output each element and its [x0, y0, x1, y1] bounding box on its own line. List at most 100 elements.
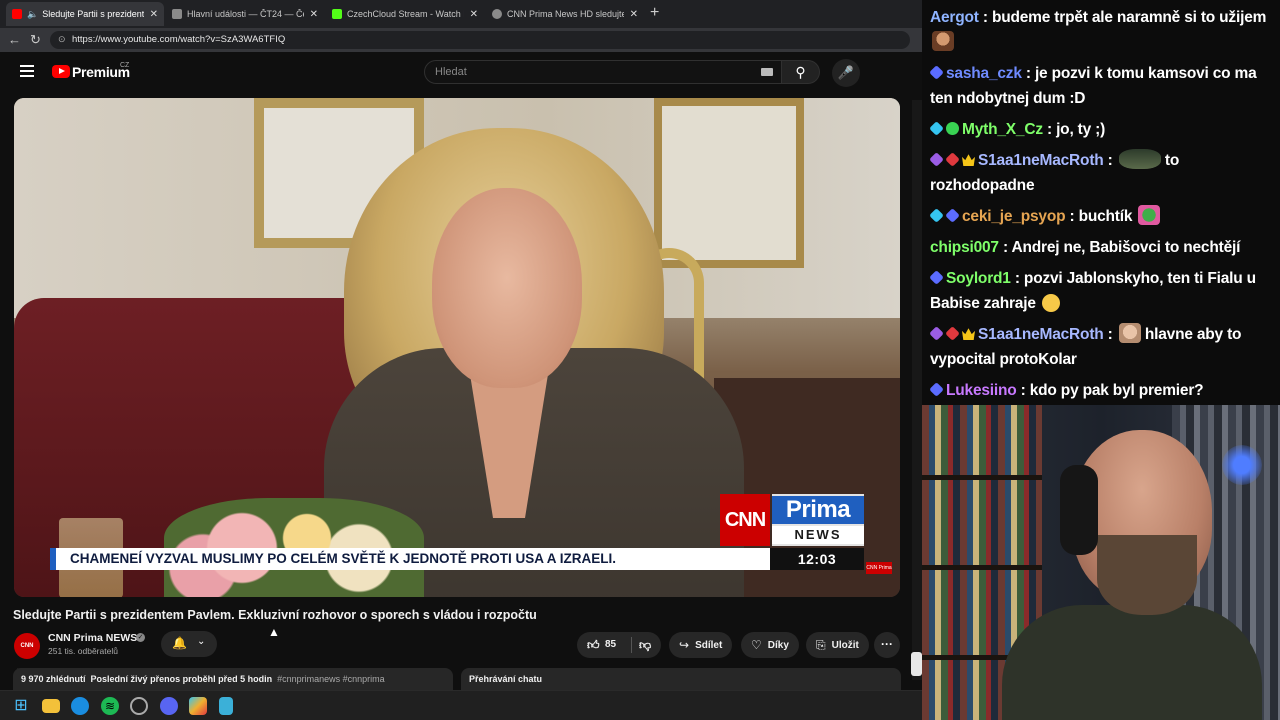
chat-separator: :	[1103, 326, 1117, 343]
chat-replay-header[interactable]: Přehrávání chatu	[461, 668, 901, 690]
tab-ct24[interactable]: Hlavní události — ČT24 — Česká ✕	[166, 2, 324, 26]
chat-username[interactable]: Lukesiino	[946, 382, 1017, 399]
cyan-badge-icon[interactable]	[929, 121, 944, 136]
bookmark-icon: ⎘	[816, 637, 826, 652]
scene-window	[654, 98, 804, 268]
chat-replay-label: Přehrávání chatu	[469, 674, 543, 684]
emote-icon	[1138, 205, 1161, 225]
corner-watermark: CNN Prima	[866, 562, 892, 574]
close-tab-icon[interactable]: ✕	[630, 9, 638, 20]
blue-badge-icon[interactable]	[929, 65, 944, 80]
chat-text: budeme trpět ale naramně si to užijem	[991, 9, 1267, 26]
emote-icon	[1118, 149, 1161, 169]
chat-separator: :	[978, 9, 992, 26]
chat-username[interactable]: Myth_X_Cz	[962, 121, 1043, 138]
video-player[interactable]: CNN Prima NEWS CHAMENEÍ VYZVAL MUSLIMY P…	[14, 98, 900, 597]
red-badge-icon[interactable]	[945, 326, 960, 341]
channel-avatar[interactable]: CNN PRIMA	[14, 633, 40, 675]
thumbs-down-icon[interactable]: 👎︎	[639, 638, 651, 653]
back-arrow-icon[interactable]: ←	[8, 32, 21, 47]
youtube-logo-icon[interactable]	[52, 65, 70, 78]
edge-browser-icon[interactable]	[71, 697, 89, 715]
chat-message: S1aa1neMacRoth : to rozhodopadne	[929, 148, 1272, 198]
search-button[interactable]: ⚲	[782, 60, 820, 84]
channel-name[interactable]: CNN Prima NEWS	[48, 632, 137, 644]
description-box[interactable]: 9 970 zhlédnutí Poslední živý přenos pro…	[13, 668, 453, 690]
crown-badge-icon[interactable]	[962, 328, 975, 340]
copilot-icon[interactable]	[189, 697, 207, 715]
like-count[interactable]: 85	[605, 639, 616, 650]
new-tab-button[interactable]: +	[650, 4, 659, 22]
voice-search-button[interactable]: 🎤	[832, 59, 860, 87]
search-icon: ⚲	[795, 64, 806, 80]
chat-message: Lukesiino : kdo py pak byl premier?	[929, 378, 1272, 403]
speaker-icon[interactable]: 🔈	[27, 9, 38, 20]
settings-gear-icon[interactable]	[130, 697, 148, 715]
tab-title: Hlavní události — ČT24 — Česká	[187, 9, 304, 19]
scrollbar-thumb[interactable]	[911, 652, 922, 676]
save-button[interactable]: ⎘ Uložit	[806, 632, 869, 658]
green-badge-icon[interactable]	[946, 122, 959, 135]
chevron-down-icon: ⌄	[197, 636, 206, 647]
verified-icon: ✓	[136, 633, 145, 642]
tab-youtube[interactable]: 🔈 Sledujte Partii s prezidentem ✕	[6, 2, 164, 26]
menu-icon[interactable]	[20, 65, 34, 77]
chat-username[interactable]: ceki_je_psyop	[962, 208, 1066, 225]
search-input[interactable]: Hledat	[424, 60, 782, 84]
discord-icon[interactable]	[160, 697, 178, 715]
more-icon[interactable]: ···	[874, 632, 900, 658]
purple-badge-icon[interactable]	[929, 326, 944, 341]
chat-message: S1aa1neMacRoth : hlavne aby to vypocital…	[929, 322, 1272, 372]
chat-username[interactable]: S1aa1neMacRoth	[978, 326, 1104, 343]
blue-badge-icon[interactable]	[945, 208, 960, 223]
site-info-icon[interactable]: ⊙	[58, 34, 66, 45]
tab-czechcloud[interactable]: CzechCloud Stream - Watch Live ✕	[326, 2, 484, 26]
chat-username[interactable]: sasha_czk	[946, 65, 1022, 82]
windows-start-icon[interactable]: ⊞	[12, 697, 30, 715]
reload-icon[interactable]: ↻	[30, 32, 41, 48]
purple-badge-icon[interactable]	[929, 152, 944, 167]
chat-text: Andrej ne, Babišovci to nechtějí	[1011, 239, 1241, 256]
headset-icon	[1060, 465, 1098, 555]
notifications-button[interactable]: 🔔 ⌄	[161, 631, 217, 657]
thumbs-up-icon[interactable]: 👍︎	[587, 638, 600, 653]
page-favicon-icon	[172, 9, 182, 19]
thanks-label: Díky	[767, 639, 789, 651]
chat-username[interactable]: Aergot	[930, 9, 979, 26]
close-tab-icon[interactable]: ✕	[310, 9, 318, 20]
crown-badge-icon[interactable]	[962, 154, 975, 166]
emote-icon	[932, 31, 954, 51]
share-icon: ↪	[679, 638, 690, 652]
blue-badge-icon[interactable]	[929, 270, 944, 285]
notepad-icon[interactable]	[219, 697, 233, 715]
chat-message: sasha_czk : je pozvi k tomu kamsovi co m…	[929, 61, 1272, 111]
page-scrollbar[interactable]	[912, 100, 922, 680]
thanks-icon: ♡	[751, 638, 762, 652]
cyan-badge-icon[interactable]	[929, 208, 944, 223]
spotify-icon[interactable]: ≋	[101, 697, 119, 715]
hashtags[interactable]: #cnnprimanews #cnnprima	[277, 674, 385, 684]
thanks-button[interactable]: ♡ Díky	[741, 632, 799, 658]
chat-username[interactable]: S1aa1neMacRoth	[978, 152, 1104, 169]
file-explorer-icon[interactable]	[42, 699, 60, 713]
chat-text: buchtík	[1078, 208, 1133, 225]
tab-cnn-prima[interactable]: CNN Prima News HD sledujte onl ✕	[486, 2, 644, 26]
emote-icon	[1118, 323, 1141, 343]
close-tab-icon[interactable]: ✕	[470, 9, 478, 20]
red-badge-icon[interactable]	[945, 152, 960, 167]
scene-light	[1222, 445, 1262, 485]
mic-icon: 🎤	[837, 65, 855, 80]
country-code: CZ	[120, 62, 130, 69]
stream-info: Poslední živý přenos proběhl před 5 hodi…	[90, 674, 273, 684]
keyboard-icon[interactable]	[761, 68, 773, 76]
globe-favicon-icon	[492, 9, 502, 19]
tab-title: CNN Prima News HD sledujte onl	[507, 9, 624, 19]
chat-username[interactable]: Soylord1	[946, 270, 1011, 287]
blue-badge-icon[interactable]	[929, 382, 944, 397]
chat-username[interactable]: chipsi007	[930, 239, 999, 256]
chat-separator: :	[998, 239, 1012, 256]
share-button[interactable]: ↪ Sdílet	[669, 632, 733, 658]
close-tab-icon[interactable]: ✕	[150, 9, 158, 20]
url-field[interactable]: ⊙ https://www.youtube.com/watch?v=SzA3WA…	[50, 31, 910, 49]
kick-favicon-icon	[332, 9, 342, 19]
